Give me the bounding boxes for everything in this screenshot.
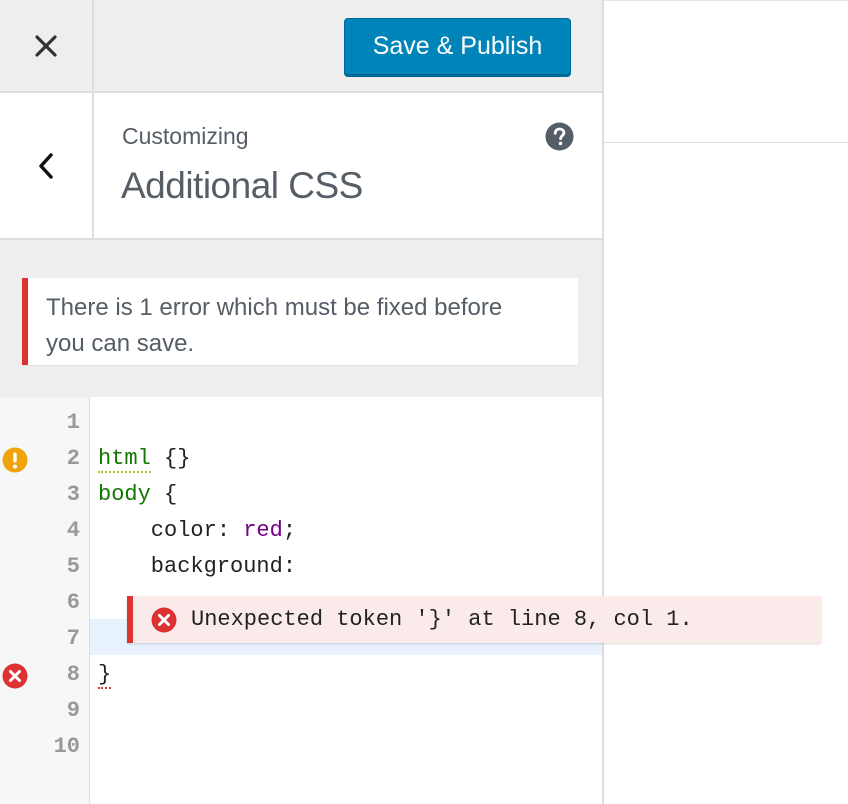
line-number: 2: [66, 446, 80, 471]
page-title: Additional CSS: [121, 165, 363, 206]
error-message: Unexpected token '}' at line 8, col 1.: [191, 607, 693, 632]
code-line-4: 4 color: red;: [0, 513, 602, 549]
line-number: 8: [66, 662, 80, 687]
code-token: {}: [150, 446, 191, 471]
selector-token: body: [98, 482, 151, 507]
save-publish-button[interactable]: Save & Publish: [344, 18, 571, 75]
close-button[interactable]: [0, 0, 94, 91]
code-line-10: 10: [0, 729, 602, 765]
line-number: 5: [66, 554, 80, 579]
breadcrumb: Customizing: [122, 123, 249, 149]
code-line-8: 8 }: [0, 657, 602, 693]
selector-token: html: [98, 446, 151, 473]
line-number: 4: [66, 518, 80, 543]
code-line-3: 3 body {: [0, 477, 602, 513]
close-icon: [35, 34, 57, 57]
customizer-sidebar: Save & Publish Customizing Additional CS…: [0, 0, 604, 804]
code-text: background:: [98, 554, 297, 579]
code-line-5: 5 background:: [0, 549, 602, 585]
code-text: html {}: [98, 441, 190, 477]
site-preview[interactable]: [604, 0, 848, 804]
code-line-1: 1: [0, 405, 602, 441]
error-tooltip: Unexpected token '}' at line 8, col 1.: [127, 596, 821, 643]
code-line-2: 2 html {}: [0, 441, 602, 477]
code-text: }: [98, 657, 112, 693]
error-icon: [151, 607, 177, 632]
error-icon[interactable]: [2, 663, 28, 689]
preview-divider: [604, 142, 848, 143]
property-token: color:: [98, 518, 244, 543]
notice-text: There is 1 error which must be fixed bef…: [46, 294, 503, 357]
code-token: {: [150, 482, 178, 507]
code-line-9: 9: [0, 693, 602, 729]
line-number: 10: [53, 734, 80, 759]
line-number: 6: [66, 590, 80, 615]
customizer-header: Save & Publish: [0, 0, 602, 93]
help-icon[interactable]: [545, 122, 574, 151]
line-number: 7: [66, 626, 80, 651]
line-number: 3: [66, 482, 80, 507]
value-token: red: [243, 518, 283, 543]
line-number: 9: [66, 698, 80, 723]
code-text: color: red;: [98, 513, 296, 549]
error-token: }: [98, 662, 112, 689]
code-token: ;: [282, 518, 297, 543]
line-number: 1: [66, 410, 80, 435]
section-header: Customizing Additional CSS: [0, 93, 602, 240]
code-text: body {: [98, 477, 177, 513]
warning-icon[interactable]: [2, 447, 28, 473]
preview-divider: [604, 0, 848, 1]
error-notice: There is 1 error which must be fixed bef…: [22, 278, 578, 365]
back-button[interactable]: [0, 93, 94, 238]
chevron-left-icon: [39, 152, 53, 179]
